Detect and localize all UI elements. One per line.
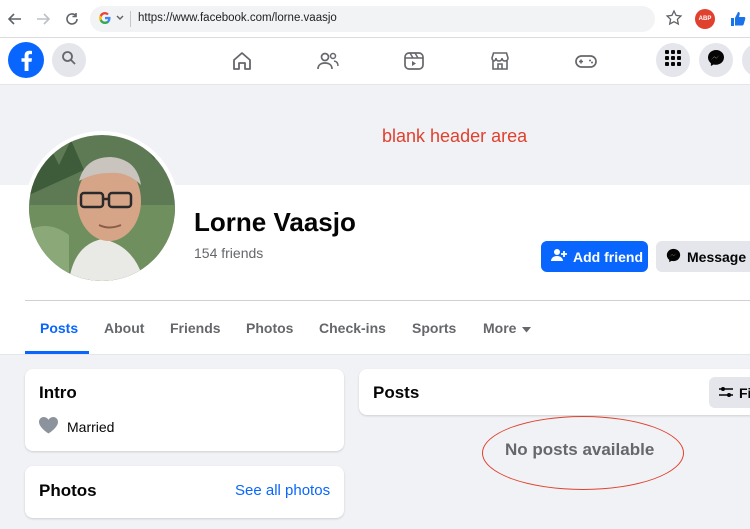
gaming-icon[interactable]	[574, 49, 598, 73]
facebook-logo-icon[interactable]	[8, 42, 44, 78]
filters-label: Fi	[739, 384, 750, 401]
browser-toolbar: https://www.facebook.com/lorne.vaasjo AB…	[0, 0, 750, 38]
bookmark-star-icon[interactable]	[665, 9, 685, 29]
divider	[130, 11, 131, 27]
search-button[interactable]	[52, 43, 86, 77]
messenger-button[interactable]	[699, 43, 733, 77]
tab-about[interactable]: About	[104, 320, 144, 336]
message-label: Message	[687, 248, 747, 265]
url-text[interactable]: https://www.facebook.com/lorne.vaasjo	[138, 12, 337, 24]
relationship-status: Married	[67, 419, 115, 435]
address-bar[interactable]: https://www.facebook.com/lorne.vaasjo	[90, 6, 655, 32]
posts-title: Posts	[373, 383, 420, 402]
filter-sliders-icon	[719, 385, 733, 401]
thumbs-up-extension-icon[interactable]	[728, 9, 748, 29]
tab-posts[interactable]: Posts	[40, 320, 78, 336]
tab-photos[interactable]: Photos	[246, 320, 293, 336]
tab-friends[interactable]: Friends	[170, 320, 221, 336]
header-annotation: blank header area	[382, 126, 528, 146]
back-icon[interactable]	[6, 10, 24, 28]
avatar	[29, 135, 175, 281]
notifications-button[interactable]	[742, 43, 750, 77]
profile-picture[interactable]	[25, 131, 179, 285]
see-all-photos-link[interactable]: See all photos	[235, 482, 330, 499]
profile-name: Lorne Vaasjo	[194, 207, 356, 237]
messenger-icon	[666, 248, 681, 266]
friend-count[interactable]: 154 friends	[194, 245, 263, 261]
search-icon	[61, 50, 77, 71]
adblock-icon[interactable]: ABP	[695, 9, 715, 29]
video-icon[interactable]	[402, 49, 426, 73]
chevron-down-icon[interactable]	[115, 11, 125, 30]
header-bottom-border	[0, 354, 750, 355]
google-icon	[98, 11, 112, 30]
profile-divider	[25, 300, 750, 301]
messenger-icon	[707, 49, 725, 72]
intro-card	[25, 369, 344, 451]
home-icon[interactable]	[230, 49, 254, 73]
menu-button[interactable]	[656, 43, 690, 77]
caret-down-icon	[522, 320, 532, 336]
tab-sports[interactable]: Sports	[412, 320, 456, 336]
grid-menu-icon	[665, 49, 681, 71]
intro-title: Intro	[39, 383, 77, 402]
marketplace-icon[interactable]	[488, 49, 512, 73]
add-person-icon	[551, 248, 567, 265]
facebook-top-nav	[0, 38, 750, 85]
photos-title: Photos	[39, 481, 97, 500]
heart-icon	[39, 417, 58, 437]
add-friend-button[interactable]: Add friend	[541, 241, 648, 272]
message-button[interactable]: Message	[656, 241, 750, 272]
forward-icon[interactable]	[34, 10, 52, 28]
filters-button[interactable]: Fi	[709, 377, 750, 408]
relationship-row: Married	[39, 417, 114, 437]
tab-more-label: More	[483, 320, 517, 336]
tab-more[interactable]: More	[483, 320, 532, 336]
add-friend-label: Add friend	[573, 248, 643, 265]
reload-icon[interactable]	[63, 10, 81, 28]
friends-icon[interactable]	[316, 49, 340, 73]
annotation-ellipse	[482, 416, 684, 490]
tab-check-ins[interactable]: Check-ins	[319, 320, 386, 336]
adblock-label: ABP	[698, 16, 712, 22]
